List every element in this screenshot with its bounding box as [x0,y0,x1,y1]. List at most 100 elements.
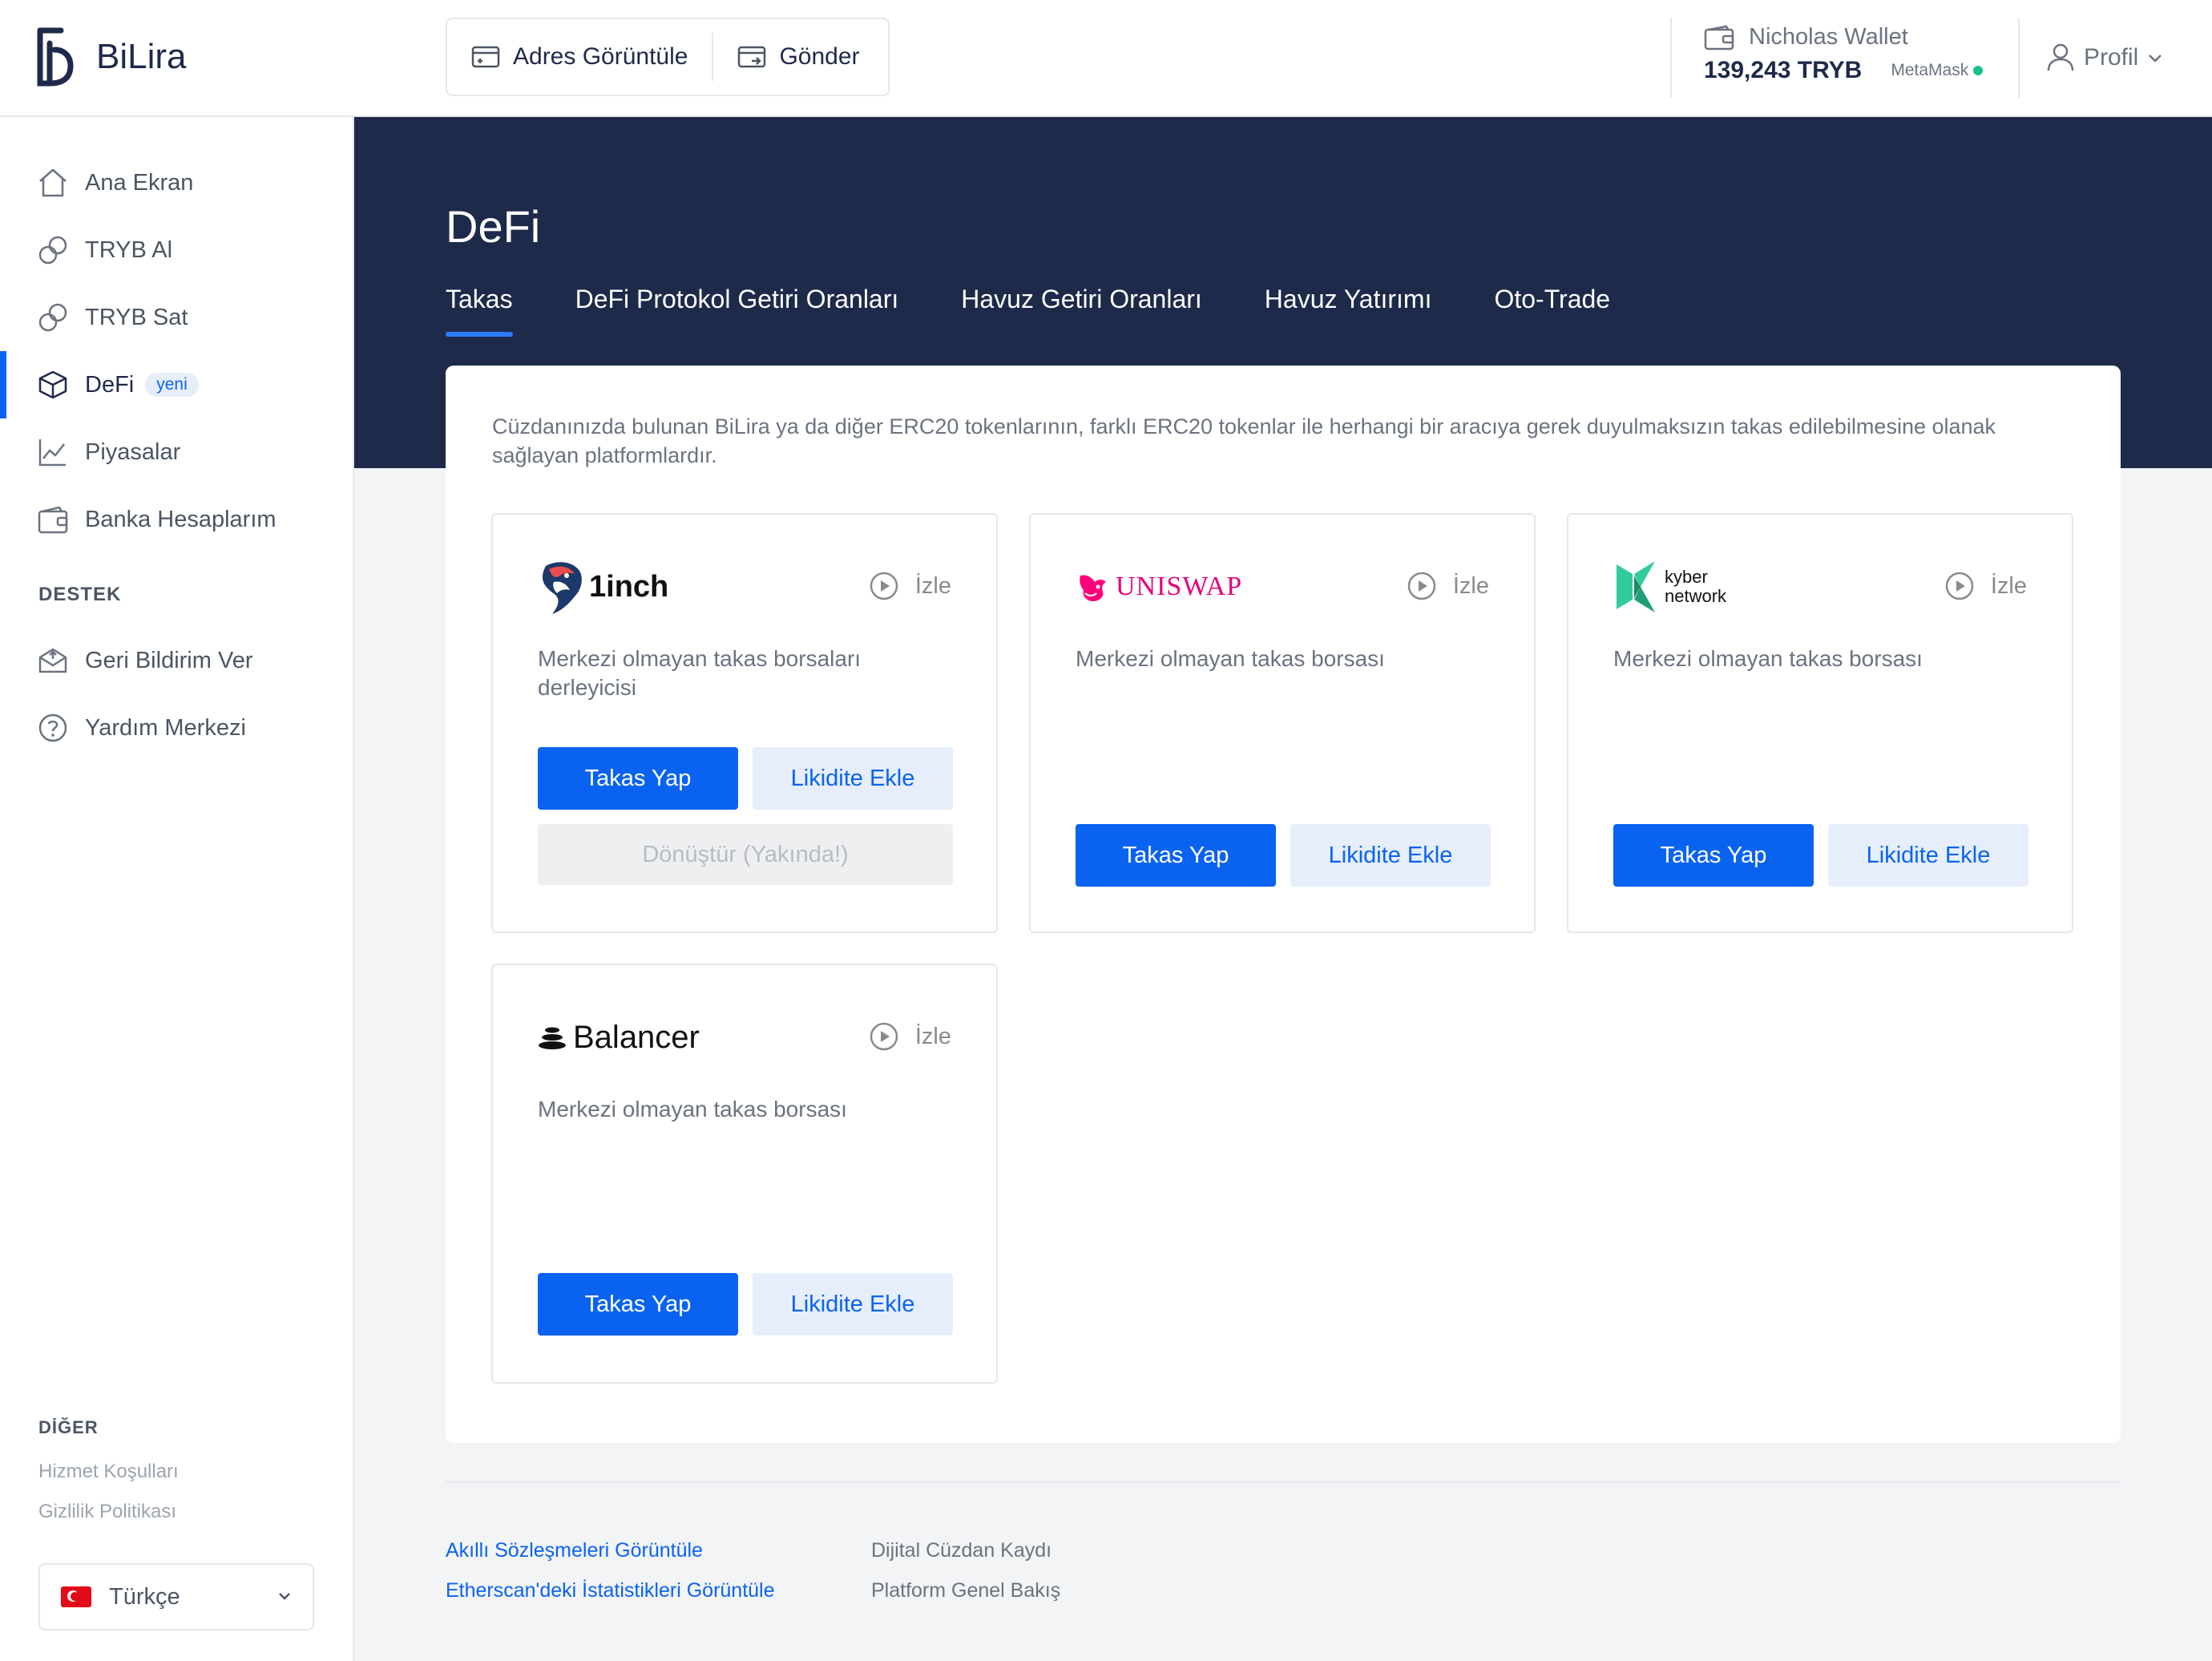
1inch-wordmark: 1inch [589,569,669,604]
add-liquidity-button[interactable]: Likidite Ekle [753,1273,953,1336]
view-address-button[interactable]: Adres Görüntüle [447,19,712,95]
sidebar-item-sell-tryb[interactable]: TRYB Sat [0,284,353,351]
balancer-wordmark: Balancer [573,1019,700,1055]
exchange-icon [38,236,67,265]
watch-label: İzle [1452,572,1489,599]
tab-pool-yields[interactable]: Havuz Getiri Oranları [961,285,1202,337]
tab-takas[interactable]: Takas [446,285,513,337]
add-liquidity-button[interactable]: Likidite Ekle [1290,824,1491,887]
watch-button[interactable]: İzle [869,571,951,601]
send-label: Gönder [779,43,860,70]
new-badge: yeni [145,373,199,397]
sidebar-item-buy-tryb[interactable]: TRYB Al [0,216,353,284]
wallet-provider: MetaMask [1891,61,1984,80]
tab-bar: Takas DeFi Protokol Getiri Oranları Havu… [446,285,1673,337]
watch-label: İzle [914,1023,951,1049]
uniswap-wordmark: UNISWAP [1116,572,1243,601]
language-select[interactable]: Türkçe [38,1563,314,1631]
wallet-name: Nicholas Wallet [1749,24,1908,50]
wallet-icon [38,506,68,534]
swap-button[interactable]: Takas Yap [538,1273,738,1336]
swap-button[interactable]: Takas Yap [538,747,738,810]
main-content-card: Cüzdanınızda bulunan BiLira ya da diğer … [446,366,2121,1443]
sidebar-item-feedback[interactable]: Geri Bildirim Ver [0,627,353,694]
card-description: Merkezi olmayan takas borsası [538,1097,847,1121]
kyber-logo: kyber network [1613,556,1726,617]
terms-of-service-link[interactable]: Hizmet Koşulları [38,1461,179,1483]
card-description: Merkezi olmayan takas borsaları derleyic… [538,646,862,700]
wallet-balance: 139,243 TRYB [1704,57,1863,83]
protocol-card-uniswap: UNISWAP İzle Merkezi olmayan takas borsa… [1029,513,1536,933]
profile-menu[interactable]: Profil [2018,18,2212,98]
sidebar-item-label: Banka Hesaplarım [85,506,276,532]
play-circle-icon [1407,572,1436,600]
watch-button[interactable]: İzle [1944,571,2027,601]
play-circle-icon [870,572,898,600]
brand-logo[interactable]: BiLira [37,27,187,87]
protocol-card-kyber: kyber network İzle Merkezi olmayan takas… [1567,513,2073,933]
sidebar-item-label: DeFi [85,371,135,398]
sidebar-item-label: TRYB Sat [85,304,188,330]
profile-label: Profil [2084,44,2139,71]
platform-overview-link[interactable]: Platform Genel Bakış [871,1579,1060,1602]
tab-auto-trade[interactable]: Oto-Trade [1494,285,1610,337]
balancer-stack-icon [539,1027,566,1049]
privacy-policy-link[interactable]: Gizlilik Politikası [38,1501,176,1523]
kyber-logo-icon [1617,561,1655,612]
sidebar-item-markets[interactable]: Piyasalar [0,418,353,486]
language-label: Türkçe [109,1583,180,1610]
play-circle-icon [870,1022,898,1051]
card-description: Merkezi olmayan takas borsası [1076,646,1385,671]
uniswap-logo: UNISWAP [1076,556,1242,617]
home-icon [39,168,67,197]
etherscan-stats-link[interactable]: Etherscan'deki İstatistikleri Görüntüle [446,1579,775,1602]
header-actions: Adres Görüntüle Gönder [446,18,890,96]
card-description: Merkezi olmayan takas borsası [1613,646,1923,671]
chart-icon [38,439,66,467]
sidebar-item-label: Yardım Merkezi [85,714,246,741]
swap-button[interactable]: Takas Yap [1076,824,1276,887]
help-icon [38,713,67,742]
chevron-down-icon [2149,55,2162,63]
feedback-icon [38,648,67,673]
add-liquidity-button[interactable]: Likidite Ekle [1828,824,2028,887]
1inch-unicorn-icon [543,562,582,614]
view-address-label: Adres Görüntüle [513,43,688,70]
digital-wallet-registry-link[interactable]: Dijital Cüzdan Kaydı [871,1539,1052,1562]
send-button[interactable]: Gönder [713,19,883,95]
exchange-icon [38,303,67,332]
add-liquidity-button[interactable]: Likidite Ekle [753,747,953,810]
protocol-card-balancer: Balancer İzle Merkezi olmayan takas bors… [491,964,998,1384]
intro-text: Cüzdanınızda bulunan BiLira ya da diğer … [492,414,1996,467]
sidebar-item-defi[interactable]: DeFi yeni [0,351,353,418]
uniswap-unicorn-icon [1080,575,1106,601]
turkey-flag-icon [61,1586,91,1607]
sidebar-item-bank-accounts[interactable]: Banka Hesaplarım [0,486,353,553]
brand-name: BiLira [96,37,187,76]
view-smart-contracts-link[interactable]: Akıllı Sözleşmeleri Görüntüle [446,1539,703,1562]
watch-button[interactable]: İzle [1407,571,1489,601]
kyber-wordmark: kyber network [1665,568,1726,606]
sidebar-item-label: Piyasalar [85,438,181,465]
watch-button[interactable]: İzle [869,1021,951,1052]
kyber-wordmark-line2: network [1665,586,1727,606]
sidebar-item-label: TRYB Al [85,236,173,263]
chevron-down-icon [279,1593,290,1600]
footer-divider [446,1481,2121,1483]
1inch-logo: 1inch [538,556,668,617]
send-card-icon [738,46,766,68]
swap-button[interactable]: Takas Yap [1613,824,1814,887]
watch-label: İzle [914,572,951,599]
convert-button-disabled: Dönüştür (Yakında!) [538,824,953,885]
sidebar-item-label: Ana Ekran [85,169,194,196]
sidebar-item-help-center[interactable]: Yardım Merkezi [0,694,353,762]
sidebar-item-home[interactable]: Ana Ekran [0,149,353,216]
tab-pool-investment[interactable]: Havuz Yatırımı [1265,285,1432,337]
tab-defi-protocol-yields[interactable]: DeFi Protokol Getiri Oranları [575,285,899,337]
wallet-info[interactable]: Nicholas Wallet 139,243 TRYB MetaMask [1670,18,2020,98]
user-icon [2047,43,2074,71]
watch-label: İzle [1990,572,2027,599]
sidebar-item-label: Geri Bildirim Ver [85,647,253,673]
wallet-icon [1704,25,1734,50]
page-title: DeFi [446,201,541,252]
